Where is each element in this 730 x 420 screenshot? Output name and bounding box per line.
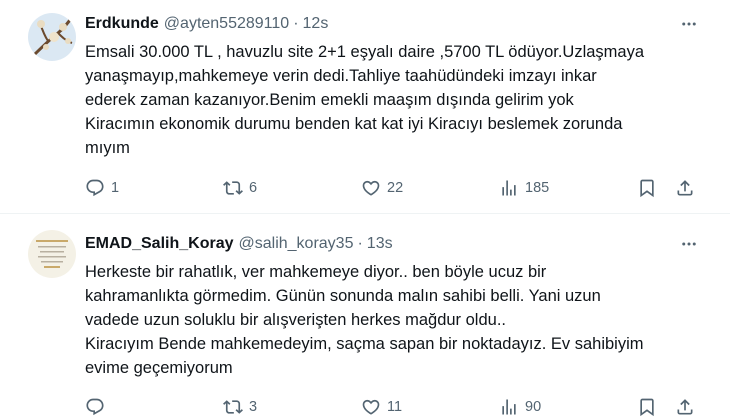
bookmark-icon — [640, 398, 654, 417]
views-button[interactable]: 185 — [499, 176, 549, 200]
tweet-text-line: Emsali 30.000 TL , havuzlu site 2+1 eşya… — [85, 43, 645, 61]
repost-icon — [223, 181, 243, 195]
tweet-text-line: yanaşmayıp,mahkemeye verin dedi.Tahliye … — [85, 67, 597, 85]
more-icon[interactable] — [676, 13, 702, 35]
reply-icon — [86, 179, 104, 197]
repost-button[interactable]: 3 — [223, 395, 257, 419]
author-name[interactable]: Erdkunde — [85, 15, 159, 33]
action-bar: 3 11 90 — [85, 395, 710, 419]
tweet-text-line: kahramanlıkta görmedim. Günün sonunda ma… — [85, 287, 601, 305]
bookmark-button[interactable] — [637, 176, 657, 200]
tweet-text-line: vadede uzun soluklu bir alışverişten her… — [85, 311, 506, 329]
share-button[interactable] — [675, 176, 695, 200]
separator-dot: · — [293, 15, 299, 32]
reply-icon — [86, 398, 104, 416]
tweet-text-line: ederek zaman kazanıyor.Benim emekli maaş… — [85, 91, 574, 109]
author-handle[interactable]: @ayten55289110 — [164, 15, 289, 33]
like-count: 22 — [387, 180, 404, 196]
views-icon — [502, 399, 516, 415]
like-icon — [362, 180, 380, 196]
tweet-text-line: evime geçemiyorum — [85, 359, 233, 377]
tweet-text: Herkeste bir rahatlık, ver mahkemeye diy… — [85, 260, 716, 380]
tweet[interactable]: Erdkunde @ayten55289110 · 12s Emsali 30.… — [0, 0, 730, 214]
like-button[interactable]: 11 — [361, 395, 402, 419]
separator-dot: · — [357, 235, 363, 252]
action-bar: 1 6 22 185 — [85, 176, 710, 200]
timestamp[interactable]: 12s — [303, 15, 329, 33]
timestamp[interactable]: 13s — [367, 235, 393, 253]
avatar[interactable] — [28, 13, 76, 61]
author-name[interactable]: EMAD_Salih_Koray — [85, 235, 234, 253]
reply-button[interactable] — [85, 395, 111, 419]
avatar[interactable] — [28, 230, 76, 278]
like-button[interactable]: 22 — [361, 176, 403, 200]
views-count: 90 — [525, 399, 542, 415]
like-icon — [362, 399, 380, 415]
bookmark-button[interactable] — [637, 395, 657, 419]
share-icon — [677, 399, 693, 415]
more-icon[interactable] — [676, 233, 702, 255]
repost-count: 3 — [249, 399, 258, 415]
views-button[interactable]: 90 — [499, 395, 541, 419]
tweet-text-line: Herkeste bir rahatlık, ver mahkemeye diy… — [85, 263, 547, 281]
repost-button[interactable]: 6 — [223, 176, 257, 200]
repost-icon — [223, 400, 243, 414]
tweet-header: EMAD_Salih_Koray @salih_koray35 · 13s — [85, 233, 710, 255]
reply-count: 1 — [111, 180, 120, 196]
tweet-text-line: mıyım — [85, 139, 130, 157]
tweet-text: Emsali 30.000 TL , havuzlu site 2+1 eşya… — [85, 40, 716, 160]
like-count: 11 — [387, 399, 403, 415]
views-icon — [502, 180, 516, 196]
tweet-text-line: Kiracıyım Bende mahkemedeyim, saçma sapa… — [85, 335, 644, 353]
tweet-header: Erdkunde @ayten55289110 · 12s — [85, 13, 710, 35]
bookmark-icon — [640, 179, 654, 198]
author-handle[interactable]: @salih_koray35 — [239, 235, 354, 253]
views-count: 185 — [525, 180, 550, 196]
repost-count: 6 — [249, 180, 258, 196]
tweet[interactable]: EMAD_Salih_Koray @salih_koray35 · 13s He… — [0, 215, 730, 420]
tweet-text-line: Kiracımın ekonomik durumu benden kat kat… — [85, 115, 623, 133]
reply-button[interactable]: 1 — [85, 176, 119, 200]
share-icon — [677, 180, 693, 196]
share-button[interactable] — [675, 395, 695, 419]
